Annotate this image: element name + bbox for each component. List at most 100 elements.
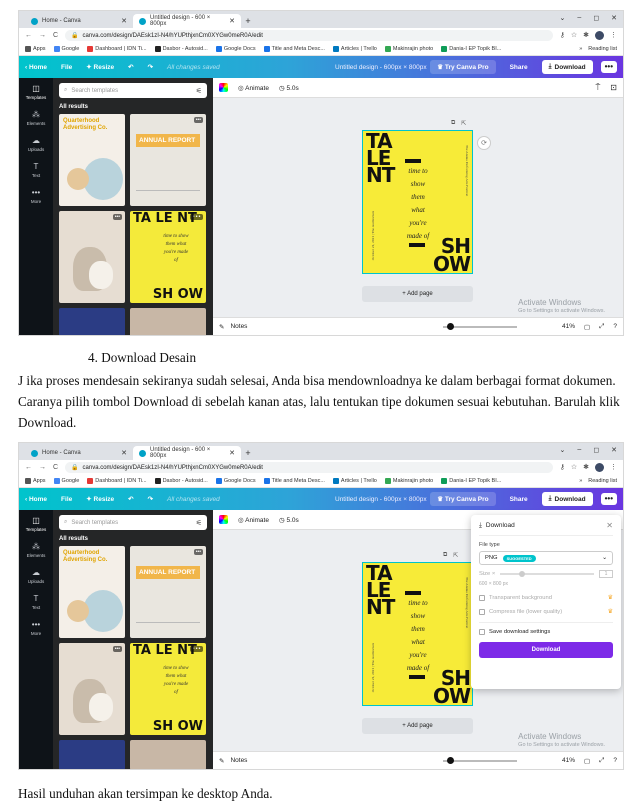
- add-page-icon[interactable]: ⇱: [461, 120, 466, 127]
- bookmark-photo[interactable]: Makinrajin photo: [384, 478, 433, 484]
- close-tab-icon[interactable]: ✕: [229, 449, 235, 457]
- template-card-annual-report[interactable]: ••• ANNUAL REPORT: [130, 114, 206, 206]
- forward-icon[interactable]: →: [39, 32, 46, 39]
- design-canvas-page[interactable]: TA LE NT time to show them what you're m…: [362, 562, 473, 706]
- design-title-talent[interactable]: TA LE NT: [366, 563, 395, 617]
- add-page-icon[interactable]: ⇱: [453, 552, 458, 559]
- bookmark-google[interactable]: Google: [53, 46, 79, 52]
- bookmark-dania[interactable]: Dania-I EP Topik BI...: [441, 46, 501, 52]
- nav-text[interactable]: T Text: [32, 162, 40, 178]
- close-tab-icon[interactable]: ✕: [121, 449, 127, 457]
- zoom-slider[interactable]: [443, 756, 518, 764]
- template-card-talent[interactable]: ••• TA LE NT time to show them what you'…: [130, 211, 206, 303]
- browser-tab-design[interactable]: Untitled design - 600 × 800px ✕: [133, 14, 241, 28]
- design-title-show[interactable]: SH OW: [433, 668, 471, 705]
- close-window-icon[interactable]: ✕: [611, 446, 617, 454]
- browser-tab-home[interactable]: Home - Canva ✕: [25, 14, 133, 28]
- back-icon[interactable]: ←: [25, 32, 32, 39]
- profile-avatar[interactable]: [595, 31, 604, 40]
- color-picker-icon[interactable]: [219, 515, 228, 524]
- document-title[interactable]: Untitled design - 600px × 800px: [335, 496, 427, 503]
- file-menu[interactable]: File: [61, 496, 72, 503]
- bookmark-dania[interactable]: Dania-I EP Topik BI...: [441, 478, 501, 484]
- search-templates-input[interactable]: ⌕ Search templates ⚟: [59, 83, 207, 98]
- zoom-level[interactable]: 41%: [562, 757, 575, 764]
- more-dots-icon[interactable]: •••: [112, 646, 122, 652]
- bookmark-title-meta[interactable]: Title and Meta Desc...: [263, 46, 325, 52]
- design-poem[interactable]: time to show them what you're made of: [397, 597, 439, 675]
- file-menu[interactable]: File: [61, 64, 72, 71]
- download-button[interactable]: ⤓ Download: [541, 492, 593, 506]
- more-dots-icon[interactable]: •••: [193, 549, 203, 555]
- tab-search-icon[interactable]: ⌄: [560, 446, 566, 454]
- design-canvas-page[interactable]: TA LE NT time to show them what you're m…: [362, 130, 473, 274]
- key-icon[interactable]: ⚷: [560, 31, 565, 40]
- menu-dots-icon[interactable]: ⋮: [610, 31, 617, 40]
- size-input[interactable]: 1: [599, 570, 613, 578]
- puzzle-icon[interactable]: ✱: [583, 463, 589, 472]
- bookmark-apps[interactable]: Apps: [25, 46, 46, 52]
- template-card-vase[interactable]: •••: [59, 211, 125, 303]
- design-poem[interactable]: time to show them what you're made of: [397, 165, 439, 243]
- try-pro-button[interactable]: ♛ Try Canva Pro: [430, 492, 496, 506]
- home-button[interactable]: ‹ Home: [25, 64, 47, 71]
- puzzle-icon[interactable]: ✱: [583, 31, 589, 40]
- bookmark-trello[interactable]: Articles | Trello: [332, 46, 377, 52]
- template-card-quarterly[interactable]: Quarterhood Advertising Co.: [59, 114, 125, 206]
- star-icon[interactable]: ☆: [571, 463, 577, 472]
- new-tab-button[interactable]: +: [241, 446, 255, 460]
- back-icon[interactable]: ←: [25, 464, 32, 471]
- resize-button[interactable]: ✦ Resize: [86, 63, 114, 71]
- document-title[interactable]: Untitled design - 600px × 800px: [335, 64, 427, 71]
- bookmark-docs[interactable]: Google Docs: [215, 478, 256, 484]
- key-icon[interactable]: ⚷: [560, 463, 565, 472]
- compress-file-option[interactable]: Compress file (lower quality) ♛: [479, 608, 613, 615]
- filter-icon[interactable]: ⚟: [196, 87, 202, 95]
- browser-tab-design[interactable]: Untitled design - 600 × 800px ✕: [133, 446, 241, 460]
- nav-uploads[interactable]: ☁ Uploads: [28, 136, 45, 152]
- bookmark-docs[interactable]: Google Docs: [215, 46, 256, 52]
- template-card-partial[interactable]: [130, 308, 206, 335]
- notes-icon[interactable]: ✎: [219, 757, 224, 765]
- help-icon[interactable]: ?: [613, 323, 617, 330]
- add-page-button[interactable]: + Add page: [362, 718, 473, 734]
- file-type-select[interactable]: PNG SUGGESTED ⌄: [479, 551, 613, 565]
- notes-icon[interactable]: ✎: [219, 323, 224, 331]
- redo-icon[interactable]: ↷: [148, 63, 153, 71]
- page-count-icon[interactable]: ▢: [584, 323, 590, 331]
- undo-icon[interactable]: ↶: [128, 63, 133, 71]
- template-card-stress[interactable]: [59, 308, 125, 335]
- menu-dots-icon[interactable]: ⋮: [610, 463, 617, 472]
- fullscreen-icon[interactable]: ⤢: [599, 323, 604, 331]
- new-tab-button[interactable]: +: [241, 14, 255, 28]
- undo-icon[interactable]: ↶: [128, 495, 133, 503]
- duplicate-page-icon[interactable]: ⧉: [443, 552, 447, 559]
- fullscreen-icon[interactable]: ⤢: [599, 757, 604, 765]
- close-tab-icon[interactable]: ✕: [229, 17, 235, 25]
- template-card-stress[interactable]: [59, 740, 125, 769]
- reload-icon[interactable]: C: [53, 464, 58, 471]
- url-input[interactable]: 🔒 canva.com/design/DAEsk1zI-N4/hYUPthjxn…: [65, 462, 553, 473]
- size-slider[interactable]: [500, 571, 594, 577]
- bookmark-title-meta[interactable]: Title and Meta Desc...: [263, 478, 325, 484]
- more-options-button[interactable]: •••: [600, 61, 617, 73]
- close-window-icon[interactable]: ✕: [611, 14, 617, 22]
- reload-icon[interactable]: C: [53, 32, 58, 39]
- lock-icon[interactable]: ⊡: [610, 83, 617, 93]
- minimize-icon[interactable]: –: [577, 14, 581, 22]
- try-pro-button[interactable]: ♛ Try Canva Pro: [430, 60, 496, 74]
- animate-button[interactable]: ◎ Animate: [238, 84, 269, 92]
- share-button[interactable]: Share: [504, 61, 534, 74]
- zoom-slider-knob[interactable]: [447, 322, 455, 330]
- template-card-vase[interactable]: •••: [59, 643, 125, 735]
- bookmark-idn[interactable]: Dashboard | IDN Ti...: [87, 478, 147, 484]
- size-slider-knob[interactable]: [519, 571, 526, 577]
- animate-button[interactable]: ◎ Animate: [238, 516, 269, 524]
- notes-button[interactable]: Notes: [230, 757, 247, 764]
- template-card-quarterly[interactable]: Quarterhood Advertising Co.: [59, 546, 125, 638]
- profile-avatar[interactable]: [595, 463, 604, 472]
- redo-icon[interactable]: ↷: [148, 495, 153, 503]
- home-button[interactable]: ‹ Home: [25, 496, 47, 503]
- checkbox[interactable]: [479, 594, 485, 601]
- maximize-icon[interactable]: ◻: [593, 14, 599, 22]
